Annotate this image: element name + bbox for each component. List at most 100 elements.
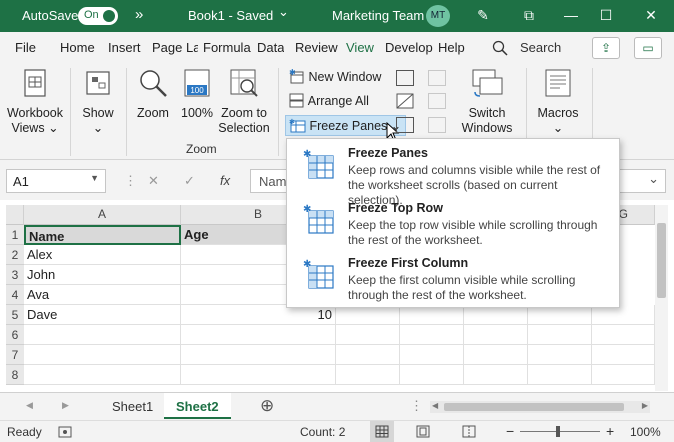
cell-b6[interactable] bbox=[181, 325, 336, 345]
arrange-all-button[interactable]: Arrange All bbox=[288, 93, 369, 108]
cell-g8[interactable] bbox=[592, 365, 655, 385]
ribbon-display-icon[interactable]: ⧉ bbox=[518, 4, 540, 26]
cell-e8[interactable] bbox=[464, 365, 528, 385]
hide-window-icon[interactable] bbox=[396, 93, 414, 109]
tab-review[interactable]: Review bbox=[295, 40, 338, 55]
minimize-button[interactable]: — bbox=[560, 4, 582, 26]
cell-e5[interactable] bbox=[464, 305, 528, 325]
cell-a2[interactable]: Alex bbox=[24, 245, 181, 265]
horizontal-scrollbar[interactable]: ◀ ▶ bbox=[430, 401, 650, 413]
cell-f6[interactable] bbox=[528, 325, 592, 345]
cell-a4[interactable]: Ava bbox=[24, 285, 181, 305]
scroll-left-icon[interactable]: ◀ bbox=[432, 401, 438, 410]
sheet-prev-icon[interactable]: ◀ bbox=[26, 400, 33, 411]
tab-formulas[interactable]: Formula bbox=[203, 40, 253, 55]
show-button[interactable]: Show ⌄ bbox=[76, 68, 120, 136]
cell-c6[interactable] bbox=[336, 325, 400, 345]
close-button[interactable]: ✕ bbox=[640, 4, 662, 26]
zoom-slider-thumb[interactable] bbox=[556, 426, 560, 437]
zoom-100-button[interactable]: 100 100% bbox=[178, 68, 216, 121]
scroll-right-icon[interactable]: ▶ bbox=[642, 401, 648, 410]
insert-function-icon[interactable]: fx bbox=[220, 173, 230, 188]
zoom-out-button[interactable]: − bbox=[506, 423, 514, 439]
menu-item-freeze-first-column[interactable]: ✱ Freeze First Column Keep the first col… bbox=[287, 251, 619, 306]
row-header[interactable]: 1 bbox=[6, 225, 24, 245]
cancel-entry-icon[interactable]: ✕ bbox=[148, 173, 159, 189]
select-all-corner[interactable] bbox=[6, 205, 24, 225]
name-box[interactable]: A1 ▼ bbox=[6, 169, 106, 193]
expand-formula-icon[interactable]: ⌄ bbox=[648, 171, 659, 187]
cell-d7[interactable] bbox=[400, 345, 464, 365]
enter-entry-icon[interactable]: ✓ bbox=[184, 173, 195, 189]
cell-d6[interactable] bbox=[400, 325, 464, 345]
macros-button[interactable]: Macros ⌄ bbox=[534, 68, 582, 136]
row-header[interactable]: 5 bbox=[6, 305, 24, 325]
tab-home[interactable]: Home bbox=[60, 40, 95, 55]
sheet-tab-sheet2[interactable]: Sheet2 bbox=[164, 393, 231, 419]
cell-c8[interactable] bbox=[336, 365, 400, 385]
cell-f7[interactable] bbox=[528, 345, 592, 365]
cell-g6[interactable] bbox=[592, 325, 655, 345]
title-dropdown-icon[interactable]: ⌄ bbox=[278, 4, 289, 20]
cell-a1[interactable]: Name bbox=[24, 225, 181, 245]
row-header[interactable]: 3 bbox=[6, 265, 24, 285]
cell-b7[interactable] bbox=[181, 345, 336, 365]
sheet-tab-sheet1[interactable]: Sheet1 bbox=[100, 393, 165, 419]
tab-splitter-icon[interactable]: ⋮ bbox=[410, 398, 423, 414]
maximize-button[interactable]: ☐ bbox=[595, 4, 617, 26]
cell-b8[interactable] bbox=[181, 365, 336, 385]
new-window-button[interactable]: ✱ New Window bbox=[288, 68, 381, 84]
row-header[interactable]: 6 bbox=[6, 325, 24, 345]
horizontal-scroll-thumb[interactable] bbox=[444, 403, 624, 411]
pen-icon[interactable]: ✎ bbox=[472, 4, 494, 26]
search-box[interactable]: Search bbox=[492, 40, 561, 59]
avatar[interactable]: MT bbox=[426, 5, 450, 27]
name-box-dropdown-icon[interactable]: ▼ bbox=[90, 173, 99, 183]
tab-page-layout[interactable]: Page La bbox=[152, 40, 198, 55]
vertical-scrollbar[interactable] bbox=[655, 205, 668, 391]
cell-e7[interactable] bbox=[464, 345, 528, 365]
zoom-level[interactable]: 100% bbox=[630, 425, 661, 439]
row-header[interactable]: 2 bbox=[6, 245, 24, 265]
cell-b5[interactable]: 10 bbox=[181, 305, 336, 325]
cell-f8[interactable] bbox=[528, 365, 592, 385]
workbook-views-button[interactable]: Workbook Views ⌄ bbox=[4, 68, 66, 136]
comments-icon[interactable]: ▭ bbox=[634, 37, 662, 59]
cell-e6[interactable] bbox=[464, 325, 528, 345]
cell-c7[interactable] bbox=[336, 345, 400, 365]
cell-a6[interactable] bbox=[24, 325, 181, 345]
document-title[interactable]: Book1 - Saved bbox=[188, 8, 273, 23]
tab-data[interactable]: Data bbox=[257, 40, 284, 55]
cell-d5[interactable] bbox=[400, 305, 464, 325]
cell-g5[interactable] bbox=[592, 305, 655, 325]
quick-access-more-icon[interactable]: » bbox=[135, 6, 143, 23]
tab-view[interactable]: View bbox=[346, 40, 374, 55]
cell-a7[interactable] bbox=[24, 345, 181, 365]
tab-help[interactable]: Help bbox=[438, 40, 465, 55]
menu-item-freeze-panes[interactable]: ✱ Freeze Panes Keep rows and columns vis… bbox=[287, 141, 619, 207]
add-sheet-icon[interactable]: ⊕ bbox=[260, 396, 274, 416]
cell-g7[interactable] bbox=[592, 345, 655, 365]
tab-insert[interactable]: Insert bbox=[108, 40, 141, 55]
column-header-a[interactable]: A bbox=[24, 205, 181, 225]
cell-a8[interactable] bbox=[24, 365, 181, 385]
cell-c5[interactable] bbox=[336, 305, 400, 325]
page-layout-view-icon[interactable] bbox=[416, 425, 430, 438]
autosave-toggle[interactable]: On bbox=[78, 7, 118, 25]
cell-a3[interactable]: John bbox=[24, 265, 181, 285]
cell-a5[interactable]: Dave bbox=[24, 305, 181, 325]
accessibility-icon[interactable] bbox=[58, 426, 72, 438]
zoom-slider[interactable] bbox=[520, 431, 600, 432]
split-icon[interactable] bbox=[396, 70, 414, 86]
cell-d8[interactable] bbox=[400, 365, 464, 385]
row-header[interactable]: 4 bbox=[6, 285, 24, 305]
unhide-window-icon[interactable] bbox=[396, 117, 414, 133]
row-header[interactable]: 7 bbox=[6, 345, 24, 365]
zoom-to-selection-button[interactable]: Zoom to Selection bbox=[218, 68, 270, 136]
normal-view-button[interactable] bbox=[370, 421, 394, 442]
cell-f5[interactable] bbox=[528, 305, 592, 325]
tab-file[interactable]: File bbox=[15, 40, 36, 55]
account-name[interactable]: Marketing Team bbox=[332, 8, 424, 23]
zoom-button[interactable]: Zoom bbox=[133, 68, 173, 121]
menu-item-freeze-top-row[interactable]: ✱ Freeze Top Row Keep the top row visibl… bbox=[287, 196, 619, 251]
